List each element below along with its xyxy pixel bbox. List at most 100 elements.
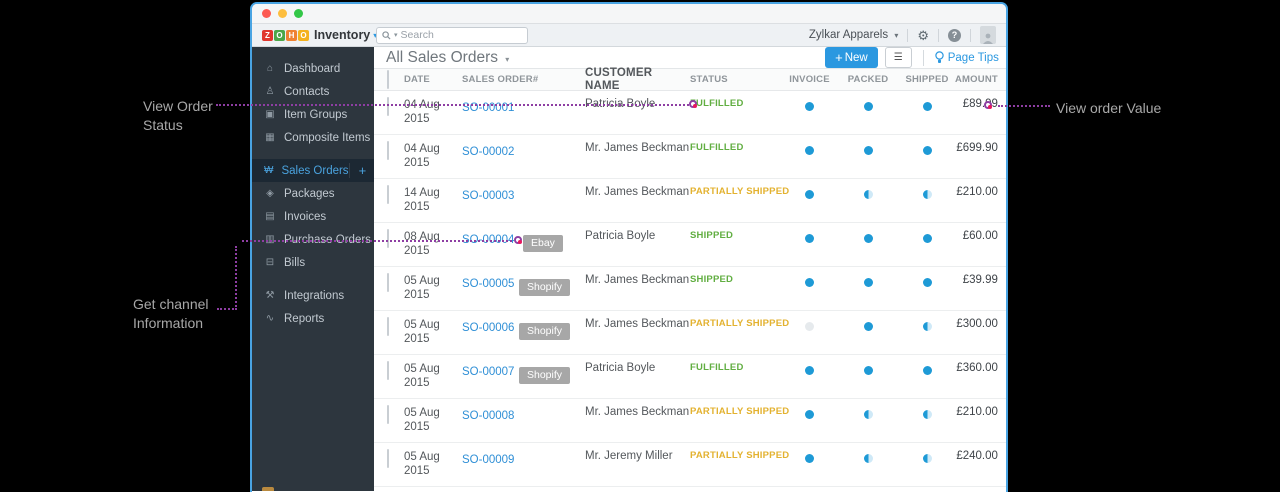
channel-badge-shopify: Shopify — [519, 279, 570, 296]
shipped-status-dot — [923, 322, 932, 331]
amount-annotation-marker — [984, 101, 992, 109]
composite-box-icon: ▦ — [264, 132, 276, 143]
invoice-status-dot — [805, 278, 814, 287]
row-checkbox[interactable] — [387, 185, 389, 204]
sidebar-item-dashboard[interactable]: ⌂Dashboard — [252, 57, 374, 80]
sidebar-item-integrations[interactable]: ⚒ Integrations — [252, 284, 374, 307]
sidebar-item-bills[interactable]: ⊟ Bills — [252, 251, 374, 274]
table-row[interactable]: 05 Aug 2015SO-00006Mr. James BeckmanPART… — [374, 311, 1008, 355]
close-window-button[interactable] — [262, 9, 271, 18]
sidebar-item-composite-items[interactable]: ▦Composite Items — [252, 126, 374, 149]
gear-icon[interactable]: ⚙ — [917, 29, 929, 42]
column-header-date[interactable]: DATE — [404, 73, 462, 87]
page-title[interactable]: All Sales Orders ▾ — [386, 49, 509, 67]
bill-icon: ⊟ — [264, 257, 276, 268]
org-selector[interactable]: Zylkar Apparels ▾ — [809, 29, 898, 41]
customer-name: Patricia Boyle — [585, 230, 690, 243]
table-row[interactable]: 05 Aug 2015SO-00007Patricia BoyleFULFILL… — [374, 355, 1008, 399]
order-date: 05 Aug 2015 — [404, 450, 462, 478]
table-row[interactable]: 05 Aug 2015SO-00008Mr. James BeckmanPART… — [374, 399, 1008, 443]
sidebar-item-invoices[interactable]: ▤Invoices — [252, 205, 374, 228]
select-all-checkbox[interactable] — [387, 70, 389, 89]
shipped-status-dot — [923, 102, 932, 111]
table-row[interactable]: 05 Aug 2015SO-00005Mr. James BeckmanSHIP… — [374, 267, 1008, 311]
sidebar-item-label: Bills — [284, 257, 305, 269]
sidebar-item-label: Sales Orders — [281, 165, 348, 177]
invoice-status-dot — [805, 410, 814, 419]
chevron-down-icon: ▾ — [505, 55, 509, 64]
customer-name: Mr. James Beckman — [585, 142, 690, 155]
column-header-customer-name[interactable]: CUSTOMER NAME — [585, 67, 690, 93]
table-row[interactable]: 13 Aug 2015SO-00010Patricia BoyleSHIPPED… — [374, 487, 1008, 492]
column-header-status[interactable]: STATUS — [690, 74, 782, 85]
status-label: FULFILLED — [690, 98, 782, 109]
column-header-amount[interactable]: AMOUNT — [955, 74, 1008, 85]
sidebar-item-reports[interactable]: ∿Reports — [252, 307, 374, 330]
packed-status-dot — [864, 366, 873, 375]
column-header-shipped[interactable]: SHIPPED — [899, 74, 955, 85]
list-view-button[interactable]: ☰ — [885, 47, 912, 68]
column-header-sales-order-[interactable]: SALES ORDER# — [462, 74, 585, 85]
item-box-icon: ▣ — [264, 109, 276, 120]
customer-name: Mr. James Beckman — [585, 406, 690, 419]
maximize-window-button[interactable] — [294, 9, 303, 18]
order-date: 05 Aug 2015 — [404, 318, 462, 346]
sidebar-item-packages[interactable]: ◈Packages — [252, 182, 374, 205]
sales-order-link[interactable]: SO-00005 — [462, 278, 514, 290]
sales-order-link[interactable]: SO-00007 — [462, 366, 514, 378]
row-checkbox[interactable] — [387, 449, 389, 468]
integrations-icon: ⚒ — [264, 290, 276, 301]
row-checkbox[interactable] — [387, 317, 389, 336]
row-checkbox[interactable] — [387, 141, 389, 160]
sidebar-item-label: Contacts — [284, 86, 329, 98]
packed-status-dot — [864, 322, 873, 331]
sidebar-item-item-groups[interactable]: ▣Item Groups — [252, 103, 374, 126]
search-placeholder: Search — [401, 29, 434, 41]
order-amount: £240.00 — [955, 450, 1008, 462]
sales-order-link[interactable]: SO-00002 — [462, 146, 514, 158]
shipped-status-dot — [923, 278, 932, 287]
search-icon — [382, 31, 391, 40]
invoice-status-dot — [805, 234, 814, 243]
sales-order-link[interactable]: SO-00003 — [462, 190, 514, 202]
sidebar-item-contacts[interactable]: ♙ Contacts — [252, 80, 374, 103]
home-icon: ⌂ — [264, 63, 276, 74]
sidebar-item-sales-orders[interactable]: ₩Sales Orders+ — [252, 159, 374, 182]
add-sales-order-button[interactable]: + — [349, 163, 377, 178]
shipped-status-dot — [923, 366, 932, 375]
table-row[interactable]: 04 Aug 2015SO-00001Patricia BoyleFULFILL… — [374, 91, 1008, 135]
row-checkbox[interactable] — [387, 229, 389, 248]
row-checkbox[interactable] — [387, 97, 389, 116]
shipped-status-dot — [923, 190, 932, 199]
invoice-status-dot — [805, 146, 814, 155]
column-header-packed[interactable]: PACKED — [837, 74, 899, 85]
packed-status-dot — [864, 190, 873, 199]
sales-order-link[interactable]: SO-00006 — [462, 322, 514, 334]
brand-area[interactable]: ZOHO Inventory ▾ — [262, 28, 376, 42]
help-icon[interactable]: ? — [948, 29, 961, 42]
row-checkbox[interactable] — [387, 361, 389, 380]
table-row[interactable]: 08 Aug 2015SO-00004Patricia BoyleSHIPPED… — [374, 223, 1008, 267]
person-icon: ♙ — [264, 86, 276, 97]
column-header-invoice[interactable]: INVOICE — [782, 74, 837, 85]
minimize-window-button[interactable] — [278, 9, 287, 18]
sales-order-link[interactable]: SO-00009 — [462, 454, 514, 466]
zoho-logo: ZOHO — [262, 30, 309, 41]
shipped-status-dot — [923, 146, 932, 155]
package-icon: ◈ — [264, 188, 276, 199]
search-input[interactable]: ▾ Search — [376, 27, 528, 44]
sales-order-link[interactable]: SO-00008 — [462, 410, 514, 422]
user-avatar[interactable] — [980, 26, 996, 44]
customer-name: Patricia Boyle — [585, 362, 690, 375]
table-row[interactable]: 14 Aug 2015SO-00003Mr. James BeckmanPART… — [374, 179, 1008, 223]
shipped-status-dot — [923, 234, 932, 243]
row-checkbox[interactable] — [387, 405, 389, 424]
table-row[interactable]: 05 Aug 2015SO-00009Mr. Jeremy MillerPART… — [374, 443, 1008, 487]
chevron-down-icon: ▾ — [894, 31, 898, 40]
new-button[interactable]: +New — [825, 47, 878, 68]
sidebar-item-label: Integrations — [284, 290, 344, 302]
row-checkbox[interactable] — [387, 273, 389, 292]
table-row[interactable]: 04 Aug 2015SO-00002Mr. James BeckmanFULF… — [374, 135, 1008, 179]
page-tips-link[interactable]: Page Tips — [935, 51, 999, 64]
invoice-status-dot — [805, 102, 814, 111]
